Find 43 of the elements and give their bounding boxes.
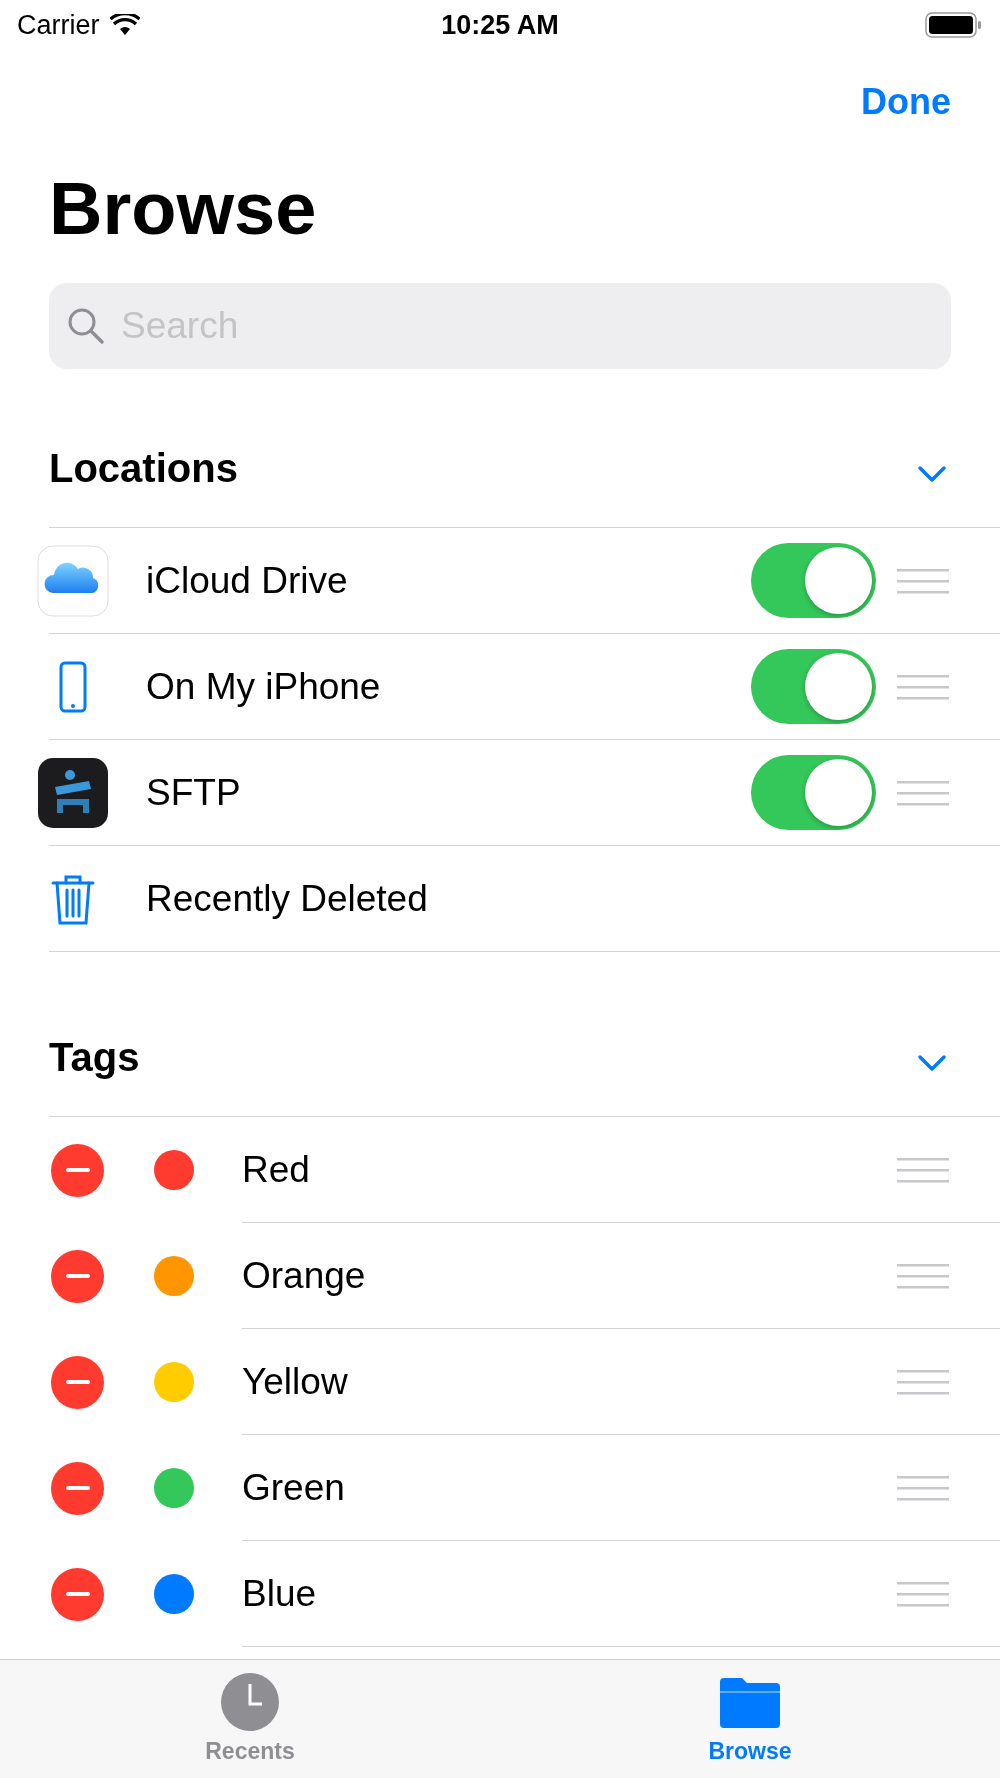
- search-icon: [67, 307, 105, 345]
- reorder-icon[interactable]: [897, 673, 949, 700]
- section-title: Locations: [49, 446, 238, 492]
- delete-button[interactable]: [51, 1355, 104, 1409]
- minus-icon: [65, 1274, 90, 1278]
- minus-icon: [65, 1486, 90, 1490]
- clock-icon: [220, 1672, 280, 1732]
- tag-label: Green: [242, 1466, 346, 1509]
- done-button[interactable]: Done: [861, 81, 951, 123]
- tab-item[interactable]: Recents: [0, 1660, 500, 1778]
- chevron-icon[interactable]: [917, 1054, 947, 1072]
- battery-icon: [925, 12, 983, 38]
- minus-icon: [65, 1168, 90, 1172]
- section-title: Tags: [49, 1035, 140, 1081]
- tab-item[interactable]: Browse: [500, 1660, 1000, 1778]
- reorder-icon[interactable]: [897, 1580, 949, 1607]
- reorder-icon[interactable]: [897, 1474, 949, 1501]
- cloud-icon: [37, 544, 109, 617]
- reorder-icon[interactable]: [897, 1156, 949, 1183]
- minus-icon: [65, 1380, 90, 1384]
- reorder-icon[interactable]: [897, 1262, 949, 1289]
- page-title: Browse: [48, 166, 318, 252]
- reorder-icon[interactable]: [897, 779, 949, 806]
- tag-label: Yellow: [242, 1360, 349, 1403]
- carrier-label: Carrier: [17, 9, 100, 41]
- reorder-icon[interactable]: [897, 567, 949, 594]
- location-label: SFTP: [146, 771, 242, 814]
- clock-time: 10:25 AM: [441, 9, 559, 41]
- wifi-icon: [109, 14, 140, 36]
- location-label: iCloud Drive: [146, 559, 349, 602]
- tag-label: Red: [242, 1148, 311, 1191]
- delete-button[interactable]: [51, 1143, 104, 1197]
- tag-label: Orange: [242, 1254, 367, 1297]
- delete-button[interactable]: [51, 1249, 104, 1303]
- reorder-icon[interactable]: [897, 1368, 949, 1395]
- chevron-icon[interactable]: [917, 465, 947, 483]
- location-label: Recently Deleted: [146, 877, 429, 920]
- location-label: On My iPhone: [146, 665, 382, 708]
- tag-label: Blue: [242, 1572, 318, 1615]
- delete-button[interactable]: [51, 1567, 104, 1621]
- delete-button[interactable]: [51, 1461, 104, 1515]
- app-icon: [37, 756, 109, 829]
- minus-icon: [65, 1592, 90, 1596]
